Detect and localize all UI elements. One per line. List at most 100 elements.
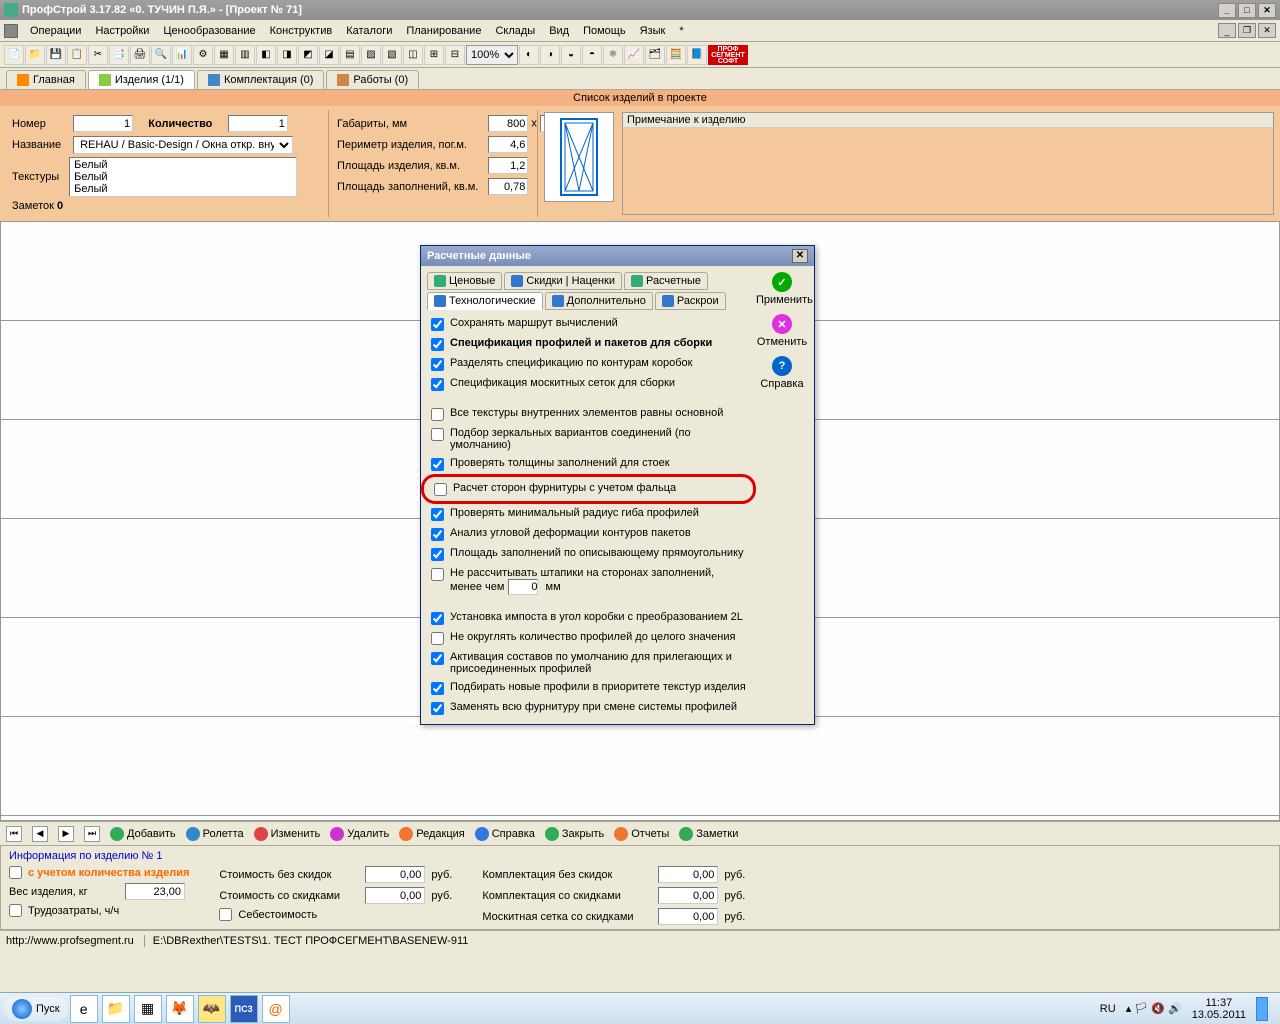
- number-input[interactable]: [73, 115, 133, 132]
- dialog-checkbox[interactable]: [431, 338, 444, 351]
- taskbar-bat-icon[interactable]: 🦇: [198, 995, 226, 1023]
- qty-input[interactable]: [228, 115, 288, 132]
- dialog-checkbox[interactable]: [431, 568, 444, 581]
- tool-btn[interactable]: ⊞: [424, 45, 444, 65]
- dialog-tab-tech[interactable]: Технологические: [427, 292, 543, 310]
- tray-icons[interactable]: ▴ 🏳 🔇 🔊: [1126, 1002, 1182, 1015]
- first-button[interactable]: ⏮: [6, 826, 22, 842]
- tool-btn[interactable]: ⊟: [445, 45, 465, 65]
- taskbar-explorer-icon[interactable]: 📁: [102, 995, 130, 1023]
- menu-item[interactable]: Вид: [543, 23, 575, 39]
- menu-item[interactable]: Помощь: [577, 23, 632, 39]
- with-qty-checkbox[interactable]: [9, 866, 22, 879]
- maximize-button[interactable]: □: [1238, 3, 1256, 18]
- tab-works[interactable]: Работы (0): [326, 70, 419, 89]
- tool-btn[interactable]: ▦: [214, 45, 234, 65]
- edit-button[interactable]: Изменить: [254, 827, 321, 841]
- dialog-checkbox[interactable]: [431, 318, 444, 331]
- tool-btn[interactable]: ◑: [540, 45, 560, 65]
- start-button[interactable]: Пуск: [4, 997, 68, 1021]
- mdi-close[interactable]: ✕: [1258, 23, 1276, 38]
- menu-item[interactable]: Операции: [24, 23, 87, 39]
- dialog-checkbox[interactable]: [431, 378, 444, 391]
- dialog-titlebar[interactable]: Расчетные данные ✕: [421, 246, 814, 266]
- tool-btn[interactable]: ◧: [256, 45, 276, 65]
- help-button[interactable]: Справка: [475, 827, 535, 841]
- apply-button[interactable]: ✓Применить: [756, 272, 808, 306]
- dialog-tab-prices[interactable]: Ценовые: [427, 272, 502, 290]
- tool-btn[interactable]: ◪: [319, 45, 339, 65]
- compl-no-input[interactable]: [658, 866, 718, 883]
- tool-btn[interactable]: ◐: [519, 45, 539, 65]
- menu-item[interactable]: Каталоги: [340, 23, 398, 39]
- tool-btn[interactable]: ⚛: [603, 45, 623, 65]
- close-button[interactable]: ✕: [1258, 3, 1276, 18]
- tool-btn[interactable]: 📄: [4, 45, 24, 65]
- labor-checkbox[interactable]: [9, 904, 22, 917]
- tab-complectation[interactable]: Комплектация (0): [197, 70, 324, 89]
- tool-btn[interactable]: ◫: [403, 45, 423, 65]
- taskbar-ps3-icon[interactable]: ПС3: [230, 995, 258, 1023]
- compl-yes-input[interactable]: [658, 887, 718, 904]
- dialog-checkbox[interactable]: [431, 682, 444, 695]
- tool-btn[interactable]: 📋: [67, 45, 87, 65]
- tray-language[interactable]: RU: [1100, 1003, 1116, 1015]
- dialog-checkbox[interactable]: [431, 548, 444, 561]
- dialog-checkbox[interactable]: [431, 408, 444, 421]
- menu-item[interactable]: Настройки: [89, 23, 155, 39]
- perimeter-input[interactable]: [488, 136, 528, 153]
- menu-item[interactable]: Склады: [489, 23, 541, 39]
- mdi-minimize[interactable]: _: [1218, 23, 1236, 38]
- tool-btn[interactable]: ▥: [235, 45, 255, 65]
- tool-btn[interactable]: 📑: [109, 45, 129, 65]
- tool-btn[interactable]: 📁: [25, 45, 45, 65]
- prev-button[interactable]: ◀: [32, 826, 48, 842]
- cancel-button[interactable]: ✕Отменить: [756, 314, 808, 348]
- dialog-checkbox[interactable]: [431, 632, 444, 645]
- weight-input[interactable]: [125, 883, 185, 900]
- area-input[interactable]: [488, 157, 528, 174]
- dialog-checkbox[interactable]: [431, 528, 444, 541]
- tool-btn[interactable]: ◩: [298, 45, 318, 65]
- dialog-tab-discounts[interactable]: Скидки | Наценки: [504, 272, 622, 290]
- menu-item[interactable]: Конструктив: [264, 23, 339, 39]
- mdi-restore[interactable]: ❐: [1238, 23, 1256, 38]
- name-select[interactable]: REHAU / Basic-Design / Окна откр. внутрь: [73, 136, 293, 154]
- reports-button[interactable]: Отчеты: [614, 827, 669, 841]
- tool-btn[interactable]: 🧮: [666, 45, 686, 65]
- dialog-checkbox[interactable]: [431, 428, 444, 441]
- tool-btn[interactable]: 📈: [624, 45, 644, 65]
- dialog-checkbox[interactable]: [431, 508, 444, 521]
- dialog-checkbox[interactable]: [431, 612, 444, 625]
- help-button[interactable]: ?Справка: [756, 356, 808, 390]
- brand-logo[interactable]: ПРОФ СЕГМЕНТ СОФТ: [708, 45, 748, 65]
- tool-btn[interactable]: ▧: [382, 45, 402, 65]
- menu-item[interactable]: Ценообразование: [157, 23, 261, 39]
- tool-btn[interactable]: ◓: [582, 45, 602, 65]
- minimize-button[interactable]: _: [1218, 3, 1236, 18]
- tool-btn[interactable]: 📊: [172, 45, 192, 65]
- tool-btn[interactable]: ◨: [277, 45, 297, 65]
- dialog-tab-calc[interactable]: Расчетные: [624, 272, 708, 290]
- dialog-tab-cutting[interactable]: Раскрои: [655, 292, 726, 310]
- tool-btn[interactable]: 🖨: [130, 45, 150, 65]
- tool-btn[interactable]: ⚙: [193, 45, 213, 65]
- taskbar-firefox-icon[interactable]: 🦊: [166, 995, 194, 1023]
- revision-button[interactable]: Редакция: [399, 827, 464, 841]
- tab-main[interactable]: Главная: [6, 70, 86, 89]
- cost-no-disc-input[interactable]: [365, 866, 425, 883]
- cost-disc-input[interactable]: [365, 887, 425, 904]
- dialog-checkbox[interactable]: [431, 358, 444, 371]
- tool-btn[interactable]: ✂: [88, 45, 108, 65]
- taskbar-app-icon[interactable]: ▦: [134, 995, 162, 1023]
- zoom-select[interactable]: 100%: [466, 45, 518, 65]
- dialog-checkbox[interactable]: [431, 702, 444, 715]
- fill-area-input[interactable]: [488, 178, 528, 195]
- dialog-checkbox[interactable]: [431, 458, 444, 471]
- taskbar-at-icon[interactable]: @: [262, 995, 290, 1023]
- dialog-checkbox[interactable]: [434, 483, 447, 496]
- dialog-tab-additional[interactable]: Дополнительно: [545, 292, 653, 310]
- dialog-checkbox[interactable]: [431, 652, 444, 665]
- tool-btn[interactable]: ◒: [561, 45, 581, 65]
- tool-btn[interactable]: ▨: [361, 45, 381, 65]
